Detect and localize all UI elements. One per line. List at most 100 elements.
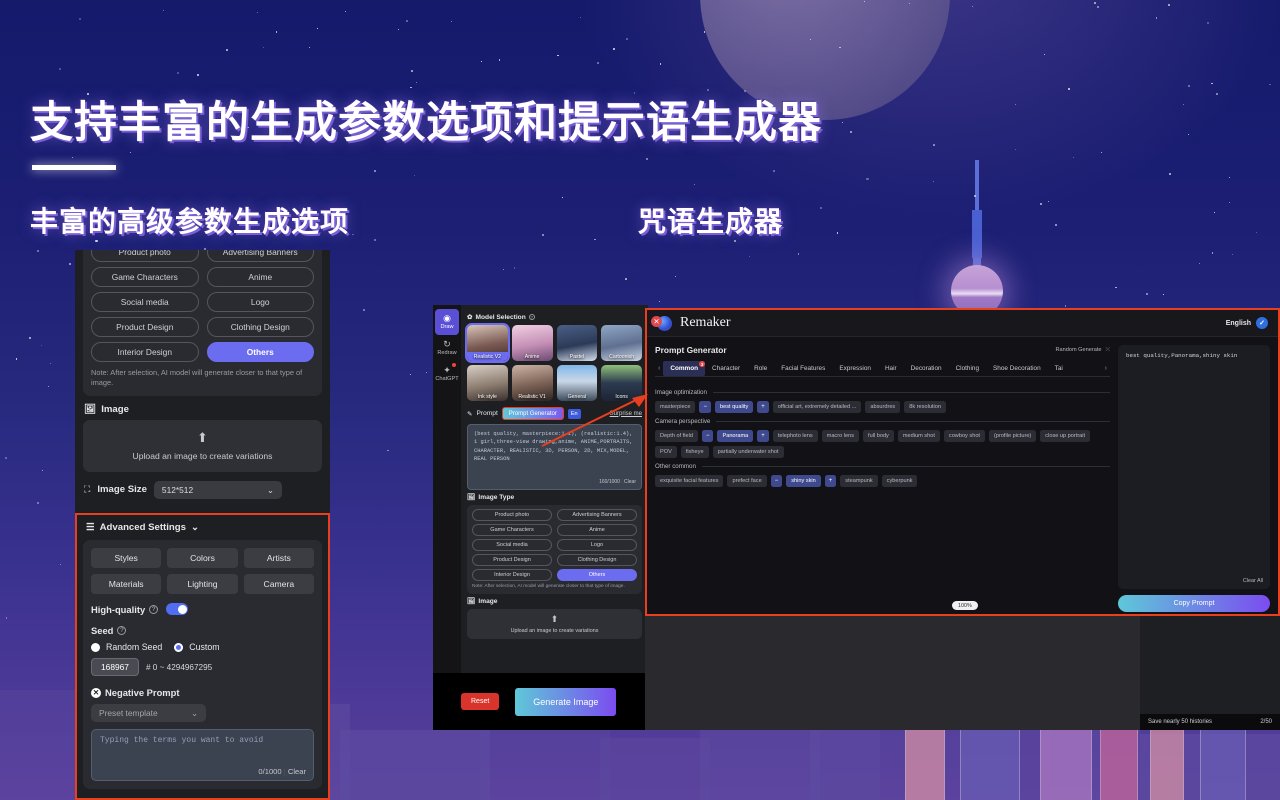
radio-random-seed[interactable] bbox=[91, 642, 100, 652]
tab-decoration[interactable]: Decoration bbox=[904, 361, 949, 376]
seed-mode-radios[interactable]: Random Seed Custom bbox=[91, 642, 314, 652]
model-thumbnail[interactable]: Pastel bbox=[556, 325, 598, 361]
advanced-option-button[interactable]: Colors bbox=[167, 548, 238, 568]
prompt-tag[interactable]: exquisite facial features bbox=[655, 475, 724, 487]
prompt-tag[interactable]: prefect face bbox=[727, 475, 767, 487]
prompt-tag[interactable]: steampunk bbox=[840, 475, 878, 487]
prompt-tag[interactable]: Panorama bbox=[717, 430, 754, 442]
image-type-chip[interactable]: Game Characters bbox=[472, 524, 552, 536]
help-icon[interactable]: ? bbox=[117, 626, 127, 635]
seed-input[interactable]: 168967 bbox=[91, 658, 139, 676]
help-icon[interactable]: ? bbox=[149, 604, 159, 614]
generated-prompt-output[interactable]: best quality,Panorama,shiny skin Clear A… bbox=[1118, 345, 1270, 589]
prompt-tag[interactable]: best quality bbox=[714, 401, 754, 413]
advanced-button-row-2[interactable]: Materials Lighting Camera bbox=[91, 574, 314, 594]
prompt-textarea[interactable]: (best quality, masterpiece:1.1), (realis… bbox=[467, 424, 642, 490]
image-size-select[interactable]: 512*512 ⌄ bbox=[153, 480, 282, 499]
image-type-chip[interactable]: Logo bbox=[557, 539, 637, 551]
decrease-weight-button[interactable]: − bbox=[770, 475, 783, 487]
prompt-tag[interactable]: Depth of field bbox=[655, 430, 698, 442]
tab-facial-features[interactable]: Facial Features bbox=[774, 361, 832, 376]
tab-character[interactable]: Character bbox=[705, 361, 747, 376]
prompt-tag[interactable]: full body bbox=[863, 430, 894, 442]
clear-all-button[interactable]: Clear All bbox=[1243, 578, 1263, 584]
sidebar-item-draw[interactable]: ◉ Draw bbox=[435, 309, 459, 335]
close-icon[interactable]: ✕ bbox=[651, 316, 662, 327]
image-type-chip-grid[interactable]: Product photo Advertising Banners Game Cha… bbox=[91, 250, 314, 362]
increase-weight-button[interactable]: + bbox=[757, 430, 769, 442]
image-type-chip[interactable]: Product Design bbox=[91, 317, 199, 337]
random-generate-button[interactable]: Random Generate ⤫ bbox=[1055, 347, 1110, 354]
image-type-chip[interactable]: Product photo bbox=[472, 509, 552, 521]
advanced-option-button[interactable]: Materials bbox=[91, 574, 162, 594]
prompt-tag[interactable]: shiny skin bbox=[786, 475, 821, 487]
prompt-generator-button[interactable]: Prompt Generator bbox=[501, 407, 564, 420]
image-type-chip[interactable]: Game Characters bbox=[91, 267, 199, 287]
negative-prompt-textarea[interactable]: Typing the terms you want to avoid 0/100… bbox=[91, 729, 314, 781]
decrease-weight-button[interactable]: − bbox=[699, 401, 711, 413]
tab-clothing[interactable]: Clothing bbox=[949, 361, 986, 376]
sidebar-item-redraw[interactable]: ↻ Redraw bbox=[433, 335, 461, 361]
image-type-chip[interactable]: Clothing Design bbox=[557, 554, 637, 566]
sidebar-item-chatgpt[interactable]: ✦ ChatGPT bbox=[433, 361, 461, 387]
help-icon[interactable]: ? bbox=[528, 314, 535, 320]
app-sidebar-nav[interactable]: ◉ Draw ↻ Redraw ✦ ChatGPT bbox=[433, 305, 461, 673]
tab-expression[interactable]: Expression bbox=[832, 361, 878, 376]
preset-template-select[interactable]: Preset template ⌄ bbox=[91, 704, 206, 722]
prompt-clear-button[interactable]: Clear bbox=[624, 479, 636, 485]
advanced-option-button[interactable]: Artists bbox=[243, 548, 314, 568]
radio-custom-seed[interactable] bbox=[174, 642, 184, 652]
model-thumbnail[interactable]: Realistic V1 bbox=[511, 365, 553, 401]
image-type-chip-grid[interactable]: Product photo Advertising Banners Game Cha… bbox=[472, 509, 637, 581]
copy-prompt-button[interactable]: Copy Prompt bbox=[1118, 595, 1270, 612]
advanced-option-button[interactable]: Lighting bbox=[167, 574, 238, 594]
advanced-option-button[interactable]: Styles bbox=[91, 548, 162, 568]
negative-clear-button[interactable]: Clear bbox=[288, 767, 306, 776]
prompt-tag[interactable]: fisheye bbox=[680, 446, 709, 458]
image-type-chip[interactable]: Others bbox=[557, 569, 637, 581]
advanced-option-button[interactable]: Camera bbox=[243, 574, 314, 594]
increase-weight-button[interactable]: + bbox=[757, 401, 769, 413]
tabs-scroll-right-icon[interactable]: › bbox=[1102, 365, 1110, 372]
reset-button[interactable]: Reset bbox=[461, 693, 500, 710]
image-type-chip[interactable]: Product photo bbox=[91, 250, 199, 262]
model-thumbnail[interactable]: Anime bbox=[511, 325, 553, 361]
model-thumbnail[interactable]: Icons bbox=[601, 365, 642, 401]
image-type-chip[interactable]: Social media bbox=[91, 292, 199, 312]
image-type-chip[interactable]: Social media bbox=[472, 539, 552, 551]
image-type-chip[interactable]: Product Design bbox=[472, 554, 552, 566]
prompt-tag[interactable]: (profile picture) bbox=[988, 430, 1037, 442]
prompt-tag[interactable]: medium shot bbox=[897, 430, 940, 442]
image-upload-dropzone[interactable]: ⬆ Upload an image to create variations bbox=[467, 609, 642, 640]
model-thumbnail[interactable]: General bbox=[556, 365, 598, 401]
image-upload-dropzone[interactable]: ⬆ Upload an image to create variations bbox=[83, 419, 322, 472]
image-type-chip[interactable]: Anime bbox=[557, 524, 637, 536]
prompt-tag[interactable]: telephoto lens bbox=[772, 430, 818, 442]
image-type-chip[interactable]: Advertising Banners bbox=[206, 250, 314, 262]
model-thumbnail-grid[interactable]: Realistic V2 Anime Pastel Cartoonish Ink sty… bbox=[465, 323, 642, 401]
tab-role[interactable]: Role bbox=[747, 361, 774, 376]
prompt-tag[interactable]: absurdres bbox=[865, 401, 901, 413]
model-thumbnail[interactable]: Ink style bbox=[467, 365, 508, 401]
model-thumbnail[interactable]: Cartoonish bbox=[601, 325, 642, 361]
category-tabs[interactable]: ‹ Common 3 Character Role Facial Features Exp… bbox=[655, 361, 1110, 377]
tab-hair[interactable]: Hair bbox=[878, 361, 904, 376]
image-type-chip[interactable]: Others bbox=[206, 342, 314, 362]
image-type-chip[interactable]: Anime bbox=[206, 267, 314, 287]
advanced-settings-header[interactable]: ☰ Advanced Settings ⌄ bbox=[77, 515, 328, 540]
model-thumbnail[interactable]: Realistic V2 bbox=[465, 323, 510, 363]
image-type-chip[interactable]: Interior Design bbox=[472, 569, 552, 581]
decrease-weight-button[interactable]: − bbox=[701, 430, 714, 442]
advanced-button-row-1[interactable]: Styles Colors Artists bbox=[91, 548, 314, 568]
prompt-tag[interactable]: macro lens bbox=[821, 430, 860, 442]
prompt-tag[interactable]: 8k resolution bbox=[904, 401, 946, 413]
prompt-tag[interactable]: masterpiece bbox=[655, 401, 696, 413]
prompt-tag[interactable]: cyberpunk bbox=[881, 475, 918, 487]
high-quality-toggle[interactable] bbox=[166, 603, 189, 615]
image-type-chip[interactable]: Clothing Design bbox=[206, 317, 314, 337]
prompt-tag[interactable]: close up portrait bbox=[1040, 430, 1091, 442]
language-selector[interactable]: English ✓ bbox=[1226, 317, 1268, 329]
generate-image-button[interactable]: Generate Image bbox=[515, 687, 617, 716]
prompt-tag[interactable]: partially underwater shot bbox=[712, 446, 784, 458]
increase-weight-button[interactable]: + bbox=[824, 475, 837, 487]
